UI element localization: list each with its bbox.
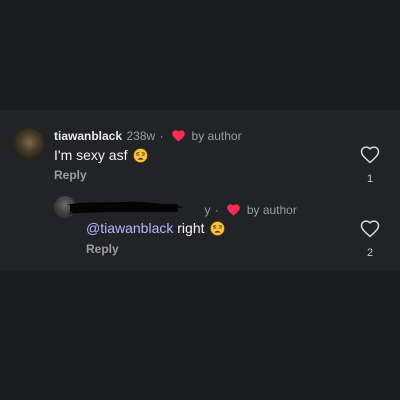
reply-body: right	[177, 220, 205, 236]
mention-link[interactable]: @tiawanblack	[86, 220, 173, 236]
author-liked-heart-icon	[172, 130, 185, 142]
heart-outline-icon[interactable]	[360, 145, 380, 165]
comment-body: I'm sexy asf	[54, 147, 128, 163]
comment-age: 238w	[126, 129, 156, 143]
comment-text: I'm sexy asf	[54, 146, 149, 164]
heart-outline-icon[interactable]	[360, 219, 380, 239]
commenter-avatar[interactable]	[12, 128, 44, 160]
liked-by-author-label: by author	[191, 129, 242, 143]
like-count: 2	[366, 247, 374, 259]
reply-header: xxxxxxxxxxxxxxxxxxx y · by author	[86, 203, 297, 217]
separator-dot: ·	[214, 203, 219, 217]
comment-header: tiawanblack 238w · by author	[54, 129, 242, 143]
reply-text: @tiawanblack right	[86, 219, 226, 237]
weary-face-emoji-icon	[210, 221, 226, 236]
reply-button[interactable]: Reply	[86, 242, 119, 256]
separator-dot: ·	[159, 129, 164, 143]
reply-username-fragment: y	[204, 203, 211, 217]
weary-face-emoji-icon	[133, 148, 149, 163]
author-liked-heart-icon	[227, 204, 241, 216]
liked-by-author-label: by author	[246, 203, 297, 217]
commenter-username[interactable]: tiawanblack	[54, 129, 122, 143]
like-count: 1	[366, 173, 374, 185]
reply-button[interactable]: Reply	[54, 168, 87, 182]
